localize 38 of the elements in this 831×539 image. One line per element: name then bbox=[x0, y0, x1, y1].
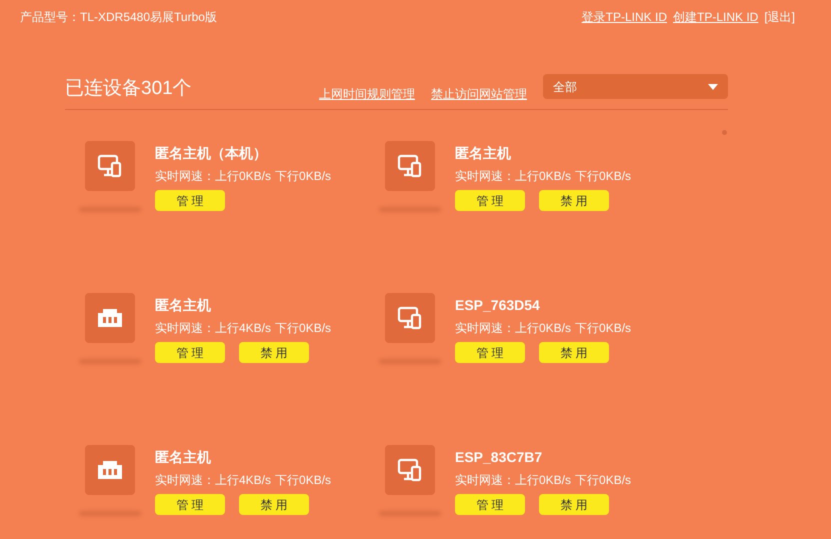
device-action-button[interactable]: 管 理 bbox=[455, 342, 525, 363]
computer-phone-icon bbox=[397, 306, 423, 330]
upload-speed: 实时网速：上行4KB/s bbox=[155, 320, 272, 336]
upload-speed: 实时网速：上行4KB/s bbox=[155, 472, 272, 488]
computer-phone-icon bbox=[397, 458, 423, 482]
device-count-title: 已连设备301个 bbox=[65, 77, 192, 101]
download-speed: 下行0KB/s bbox=[275, 472, 332, 488]
device-action-button[interactable]: 禁 用 bbox=[539, 190, 609, 211]
ethernet-port-icon bbox=[98, 309, 122, 327]
device-name: ESP_83C7B7 bbox=[455, 448, 544, 466]
device-name: 匿名主机 bbox=[155, 296, 212, 314]
ethernet-port-icon bbox=[98, 461, 122, 479]
caret-icon bbox=[708, 84, 718, 90]
download-speed: 下行0KB/s bbox=[275, 168, 332, 184]
device-action-button[interactable]: 禁 用 bbox=[539, 342, 609, 363]
device-action-button[interactable]: 管 理 bbox=[455, 494, 525, 515]
computer-phone-icon bbox=[397, 154, 423, 178]
download-speed: 下行0KB/s bbox=[275, 320, 332, 336]
device-action-button[interactable]: 禁 用 bbox=[239, 342, 309, 363]
device-action-button[interactable]: 禁 用 bbox=[539, 494, 609, 515]
upload-speed: 实时网速：上行0KB/s bbox=[155, 168, 272, 184]
download-speed: 下行0KB/s bbox=[575, 320, 632, 336]
device-action-button[interactable]: 管 理 bbox=[455, 190, 525, 211]
device-name: ESP_763D54 bbox=[455, 296, 541, 314]
upload-speed: 实时网速：上行0KB/s bbox=[455, 320, 572, 336]
device-name: 匿名主机 bbox=[155, 448, 212, 466]
device-action-button[interactable]: 管 理 bbox=[155, 190, 225, 211]
device-action-button[interactable]: 管 理 bbox=[155, 342, 225, 363]
device-action-button[interactable]: 禁 用 bbox=[239, 494, 309, 515]
computer-phone-icon bbox=[97, 154, 123, 178]
product-model: 产品型号：TL-XDR5480易展Turbo版 bbox=[20, 9, 217, 26]
upload-speed: 实时网速：上行0KB/s bbox=[455, 168, 572, 184]
download-speed: 下行0KB/s bbox=[575, 472, 632, 488]
device-action-button[interactable]: 管 理 bbox=[155, 494, 225, 515]
device-name: 匿名主机（本机） bbox=[155, 144, 268, 162]
device-name: 匿名主机 bbox=[455, 144, 512, 162]
download-speed: 下行0KB/s bbox=[575, 168, 632, 184]
upload-speed: 实时网速：上行0KB/s bbox=[455, 472, 572, 488]
